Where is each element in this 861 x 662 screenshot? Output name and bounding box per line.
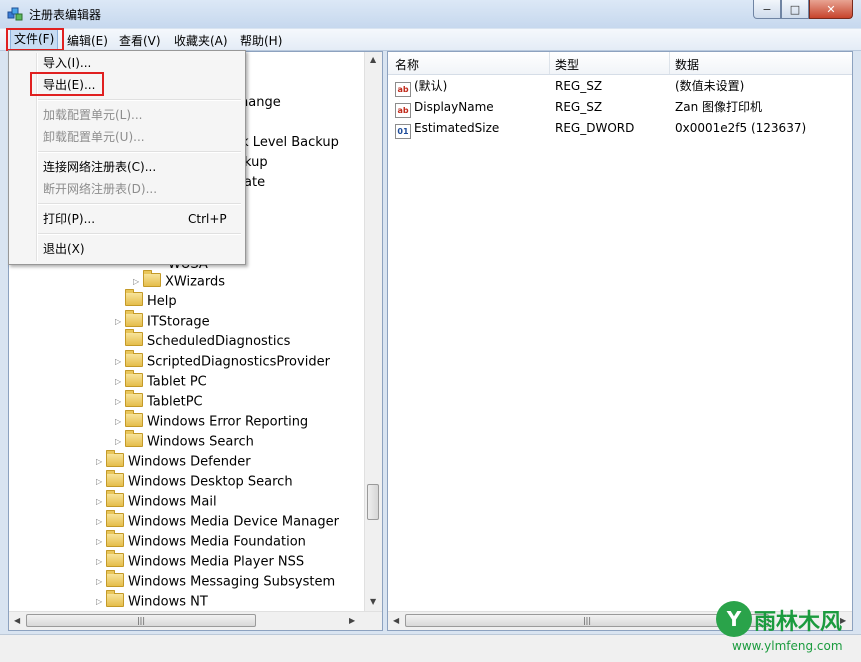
folder-icon [125,409,143,427]
folder-icon [106,549,124,567]
expand-arrow-icon[interactable]: ▷ [96,552,106,572]
tree-vertical-scrollbar[interactable]: ▲ ▼ [364,52,382,612]
menu-favorites[interactable]: 收藏夹(A) [171,32,231,49]
expand-arrow-icon[interactable]: ▷ [115,392,125,412]
tree-item[interactable]: ▷ Windows Defender [96,449,251,472]
tree-item-partial[interactable]: ate [244,173,265,193]
tree-item[interactable]: ▷ XWizards [133,269,225,292]
watermark-url: www.ylmfeng.com [732,639,843,653]
tree-item[interactable]: ▷ Windows Desktop Search [96,469,293,492]
minimize-button[interactable]: − [753,0,781,19]
expand-arrow-icon[interactable]: ▷ [96,532,106,552]
tree-item[interactable]: ▷ Windows Media Player NSS [96,549,304,572]
string-value-icon: ab [395,82,411,97]
expand-arrow-icon[interactable]: ▷ [115,432,125,452]
scroll-down-icon[interactable]: ▼ [370,597,376,606]
folder-icon [106,529,124,547]
folder-icon [143,269,161,287]
folder-icon [106,569,124,587]
folder-icon [106,449,124,467]
tree-item[interactable]: ▷ Windows Mail [96,489,217,512]
tree-item[interactable]: ▷ Windows Media Device Manager [96,509,339,532]
maximize-button[interactable]: □ [781,0,809,19]
list-row[interactable]: 01 EstimatedSize REG_DWORD 0x0001e2f5 (12… [388,118,852,139]
menu-item-exit[interactable]: 退出(X) [10,238,242,260]
menu-bar: 文件(F) 编辑(E) 查看(V) 收藏夹(A) 帮助(H) [0,29,861,51]
tree-item-partial[interactable]: hange [240,93,281,113]
expand-arrow-icon[interactable]: ▷ [96,592,106,612]
list-header: 名称 类型 数据 [388,52,852,75]
menu-edit[interactable]: 编辑(E) [64,32,111,49]
menu-item-disconnect-network-registry: 断开网络注册表(D)... [43,182,158,196]
expand-arrow-icon[interactable]: ▷ [115,312,125,332]
title-bar: 注册表编辑器 − □ ✕ [0,0,861,28]
tree-item[interactable]: ▷ Windows NT [96,589,208,612]
column-header-name[interactable]: 名称 [395,56,419,73]
menu-item-connect-network-registry[interactable]: 连接网络注册表(C)... [10,156,242,178]
list-row[interactable]: ab (默认) REG_SZ (数值未设置) [388,76,852,97]
expand-arrow-icon[interactable]: ▷ [96,572,106,592]
list-row[interactable]: ab DisplayName REG_SZ Zan 图像打印机 [388,97,852,118]
scroll-right-icon[interactable]: ▶ [349,616,355,625]
tree-item-partial[interactable]: ck Level Backup [234,133,339,153]
folder-icon [106,489,124,507]
tree-item[interactable]: ▷ Windows Error Reporting [115,409,308,432]
folder-icon [125,309,143,327]
window-title: 注册表编辑器 [29,8,102,22]
expand-arrow-icon[interactable]: ▷ [115,372,125,392]
folder-icon [125,429,143,447]
expand-arrow-icon[interactable]: ▷ [96,472,106,492]
scroll-left-icon[interactable]: ◀ [14,616,20,625]
folder-icon [106,509,124,527]
watermark-name: 雨林木风 [754,610,843,635]
expand-arrow-icon[interactable]: ▷ [96,452,106,472]
scroll-up-icon[interactable]: ▲ [370,55,376,64]
horizontal-scroll-thumb[interactable]: ||| [405,614,769,627]
export-highlight [30,72,104,96]
tree-item-partial[interactable]: kup [244,153,268,173]
menu-item-unload-hive: 卸载配置单元(U)... [43,130,145,144]
expand-arrow-icon[interactable]: ▷ [96,512,106,532]
vertical-scroll-thumb[interactable] [367,484,379,520]
tree-item[interactable]: ▷ ScriptedDiagnosticsProvider [115,349,330,372]
tree-horizontal-scrollbar[interactable]: ◀ ||| ▶ [9,611,382,630]
expand-arrow-icon[interactable]: ▷ [115,412,125,432]
binary-value-icon: 01 [395,124,411,139]
tree-item[interactable]: Help [115,289,177,312]
tree-item[interactable]: ScheduledDiagnostics [115,329,290,352]
close-button[interactable]: ✕ [809,0,853,19]
column-header-data[interactable]: 数据 [675,56,699,73]
expand-arrow-icon[interactable]: ▷ [96,492,106,512]
file-menu-highlight [6,28,64,51]
folder-icon [125,369,143,387]
watermark-logo-icon: Y [716,601,752,637]
menu-item-import[interactable]: 导入(I)... [10,52,242,74]
menu-item-print[interactable]: 打印(P)... Ctrl+P [10,208,242,230]
menu-help[interactable]: 帮助(H) [237,32,285,49]
folder-icon [106,589,124,607]
tree-item[interactable]: ▷ Windows Messaging Subsystem [96,569,335,592]
folder-icon [125,349,143,367]
expand-arrow-icon[interactable]: ▷ [115,352,125,372]
string-value-icon: ab [395,103,411,118]
folder-icon [125,289,143,306]
folder-icon [106,469,124,487]
tree-item[interactable]: ▷ Windows Media Foundation [96,529,306,552]
horizontal-scroll-thumb[interactable]: ||| [26,614,256,627]
scroll-left-icon[interactable]: ◀ [393,616,399,625]
menu-view[interactable]: 查看(V) [116,32,164,49]
menu-item-load-hive: 加载配置单元(L)... [43,108,143,122]
values-list-pane[interactable]: 名称 类型 数据 ab (默认) REG_SZ (数值未设置) ab Display… [387,51,853,631]
column-header-type[interactable]: 类型 [555,56,579,73]
folder-icon [125,389,143,407]
tree-item[interactable]: ▷ Windows Search [115,429,254,452]
registry-editor-icon [7,7,23,21]
expand-arrow-icon[interactable]: ▷ [133,272,143,292]
folder-icon [125,329,143,346]
